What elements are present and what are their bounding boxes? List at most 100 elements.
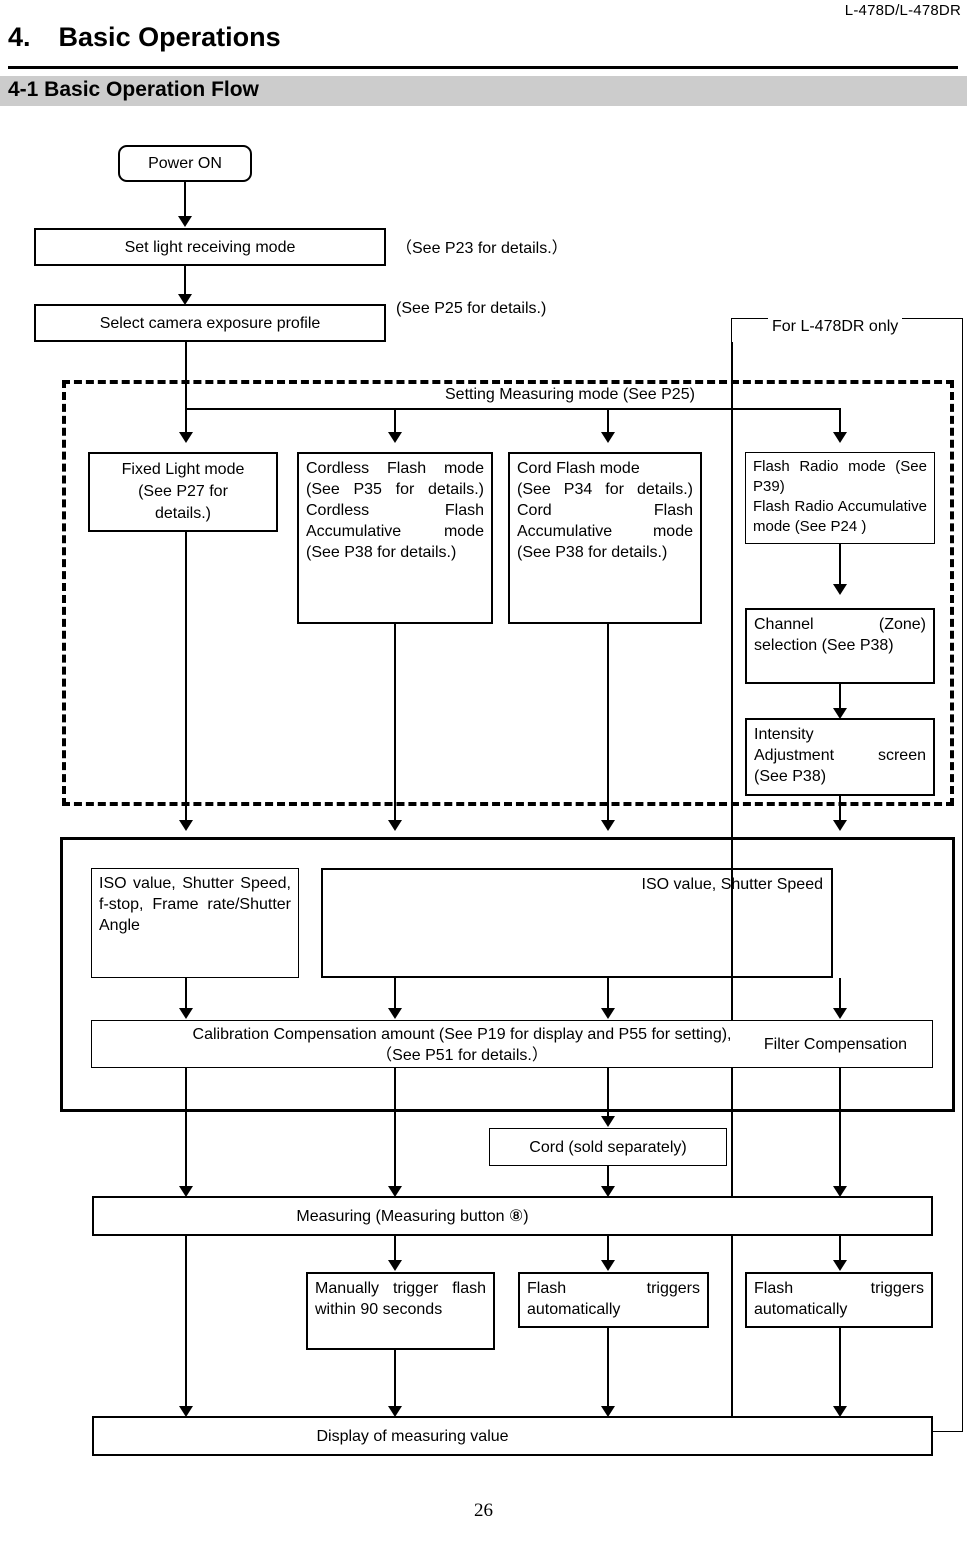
node-display-measuring-value[interactable]: Display of measuring value: [92, 1416, 733, 1456]
connector-measuring-to-display-direct: [185, 1236, 187, 1408]
node-channel-zone-selection[interactable]: Channel (Zone) selection (See P38): [745, 608, 935, 684]
branch-stub-cord: [607, 408, 609, 434]
connector-manual-to-display: [394, 1350, 396, 1408]
node-measuring[interactable]: Measuring (Measuring button ⑧): [92, 1196, 733, 1236]
node-flash-radio-mode[interactable]: Flash Radio mode (See P39) Flash Radio A…: [745, 452, 935, 544]
node-cordless-flash-mode[interactable]: Cordless Flash mode (See P35 for details…: [297, 452, 493, 624]
node-intensity-adjustment-p1: Intensity: [754, 726, 814, 743]
connector-measuring-to-auto1: [607, 1236, 609, 1262]
node-fixed-light-mode[interactable]: Fixed Light mode (See P27 for details.): [88, 452, 278, 532]
node-auto-trigger-2-label: Flash triggers automatically: [754, 1280, 924, 1318]
connector-isoleft-to-calibration: [185, 978, 187, 1010]
node-filter-compensation[interactable]: Filter Compensation: [739, 1020, 933, 1068]
connector-fixed-to-iso: [185, 532, 187, 822]
dr-region-divider-upper: [731, 342, 733, 1432]
node-cord-flash-mode-p4: (See P38 for details.): [517, 544, 668, 561]
arrow-isomid-to-calibration-a: [388, 1008, 402, 1019]
node-calibration-compensation[interactable]: Calibration Compensation amount (See P19…: [91, 1020, 833, 1068]
node-display-dr-extension[interactable]: [731, 1416, 933, 1456]
node-manual-trigger-label: Manually trigger flash within 90 seconds: [315, 1280, 486, 1318]
node-cord-sold-separately-label: Cord (sold separately): [529, 1138, 687, 1156]
node-iso-mid[interactable]: ISO value, Shutter Speed: [321, 868, 833, 978]
node-auto-trigger-1[interactable]: Flash triggers automatically: [518, 1272, 709, 1328]
node-calibration-line2: （See P51 for details.）: [376, 1047, 548, 1064]
node-measuring-dr-extension[interactable]: [731, 1196, 933, 1236]
page-number: 26: [474, 1500, 493, 1521]
arrow-to-fixed-light-mode: [179, 432, 193, 443]
node-select-camera-exposure-profile[interactable]: Select camera exposure profile: [34, 304, 386, 342]
node-intensity-adjustment-p2: Adjustment screen: [754, 747, 926, 764]
node-channel-zone-selection-label: Channel (Zone) selection (See P38): [754, 616, 926, 654]
node-power-on-label: Power ON: [148, 155, 222, 172]
connector-dr-to-filter: [839, 978, 841, 1010]
arrow-fixed-to-iso: [179, 820, 193, 831]
node-measuring-label: Measuring (Measuring button ⑧): [296, 1207, 529, 1225]
node-iso-left[interactable]: ISO value, Shutter Speed, f-stop, Frame …: [91, 868, 299, 978]
l478dr-only-label: For L-478DR only: [768, 318, 903, 336]
arrow-measuring-to-auto2: [833, 1260, 847, 1271]
node-cord-flash-mode-p3: Cord Flash Accumulative mode: [517, 502, 693, 540]
arrow-measuring-to-auto1: [601, 1260, 615, 1271]
connector-measuring-to-manual: [394, 1236, 396, 1262]
node-manual-trigger[interactable]: Manually trigger flash within 90 seconds: [306, 1272, 495, 1350]
branch-stub-fixed: [185, 408, 187, 434]
node-flash-radio-mode-p1: Flash Radio mode (See P39): [753, 458, 927, 495]
node-fixed-light-mode-line1: Fixed Light mode: [121, 461, 245, 478]
node-cord-flash-mode-p1: Cord Flash mode: [517, 460, 640, 477]
connector-calibration-left-to-measuring: [185, 1068, 187, 1188]
node-cordless-flash-mode-p1: Cordless Flash mode (See P35 for details…: [306, 460, 484, 498]
node-intensity-adjustment-screen[interactable]: Intensity Adjustment screen (See P38): [745, 718, 935, 796]
node-fixed-light-mode-line3: details.): [154, 505, 212, 522]
chapter-title: Basic Operations: [58, 22, 281, 52]
connector-channel-to-intensity: [839, 684, 841, 710]
branch-stub-cordless: [394, 408, 396, 434]
branch-stub-radio: [839, 408, 841, 434]
node-cordless-flash-mode-p3: (See P38 for details.): [306, 544, 457, 561]
node-set-light-receiving-mode-label: Set light receiving mode: [124, 238, 296, 256]
node-display-measuring-value-label: Display of measuring value: [316, 1427, 509, 1445]
connector-lightmode-to-profile: [184, 266, 187, 296]
node-iso-left-label: ISO value, Shutter Speed, f-stop, Frame …: [99, 875, 291, 934]
arrow-to-cord-flash-mode: [601, 432, 615, 443]
node-auto-trigger-2[interactable]: Flash triggers automatically: [745, 1272, 933, 1328]
arrow-radio-to-channel: [833, 584, 847, 595]
arrow-to-flash-radio-mode: [833, 432, 847, 443]
node-auto-trigger-1-label: Flash triggers automatically: [527, 1280, 700, 1318]
node-select-camera-exposure-profile-label: Select camera exposure profile: [99, 314, 321, 332]
mode-branch-bus: [185, 408, 841, 410]
arrow-cordless-to-iso: [388, 820, 402, 831]
arrow-to-cordless-flash-mode: [388, 432, 402, 443]
node-set-light-receiving-mode[interactable]: Set light receiving mode: [34, 228, 386, 266]
connector-cord-to-iso: [607, 624, 609, 822]
node-fixed-light-mode-line2: (See P27 for: [138, 483, 228, 500]
connector-auto1-to-display: [607, 1328, 609, 1408]
chapter-divider: [8, 66, 958, 69]
node-cordless-flash-mode-p2: Cordless Flash Accumulative mode: [306, 502, 484, 540]
node-power-on[interactable]: Power ON: [118, 145, 252, 182]
node-flash-radio-mode-p2: Flash Radio Accumulative mode (See P24 ): [753, 498, 927, 535]
arrow-power-to-lightmode: [178, 216, 192, 227]
arrow-dr-to-filter: [833, 1008, 847, 1019]
connector-cordless-to-iso: [394, 624, 396, 822]
node-intensity-adjustment-p3: (See P38): [754, 768, 827, 785]
connector-power-to-lightmode: [184, 182, 187, 218]
connector-calibration-mid-to-measuring: [394, 1068, 396, 1188]
connector-radio-to-channel: [839, 544, 841, 586]
node-calibration-line1: Calibration Compensation amount (See P19…: [192, 1026, 732, 1043]
connector-intensity-to-iso: [839, 796, 841, 822]
section-title: 4-1 Basic Operation Flow: [8, 78, 259, 101]
node-cord-flash-mode-p2: (See P34 for details.): [517, 481, 693, 498]
chapter-heading: 4. Basic Operations: [8, 22, 281, 53]
connector-auto2-to-display: [839, 1328, 841, 1408]
chapter-number: 4.: [8, 22, 31, 52]
node-filter-compensation-label: Filter Compensation: [763, 1035, 908, 1053]
document-model-id: L-478D/L-478DR: [844, 2, 961, 19]
connector-filter-to-measuring: [839, 1068, 841, 1188]
arrow-isoleft-to-calibration: [179, 1008, 193, 1019]
node-cord-sold-separately[interactable]: Cord (sold separately): [489, 1128, 727, 1166]
arrow-intensity-to-iso: [833, 820, 847, 831]
arrow-cord-to-iso: [601, 820, 615, 831]
connector-cord-to-measuring: [607, 1166, 609, 1188]
arrow-isomid-to-calibration-b: [601, 1008, 615, 1019]
node-cord-flash-mode[interactable]: Cord Flash mode (See P34 for details.) C…: [508, 452, 702, 624]
